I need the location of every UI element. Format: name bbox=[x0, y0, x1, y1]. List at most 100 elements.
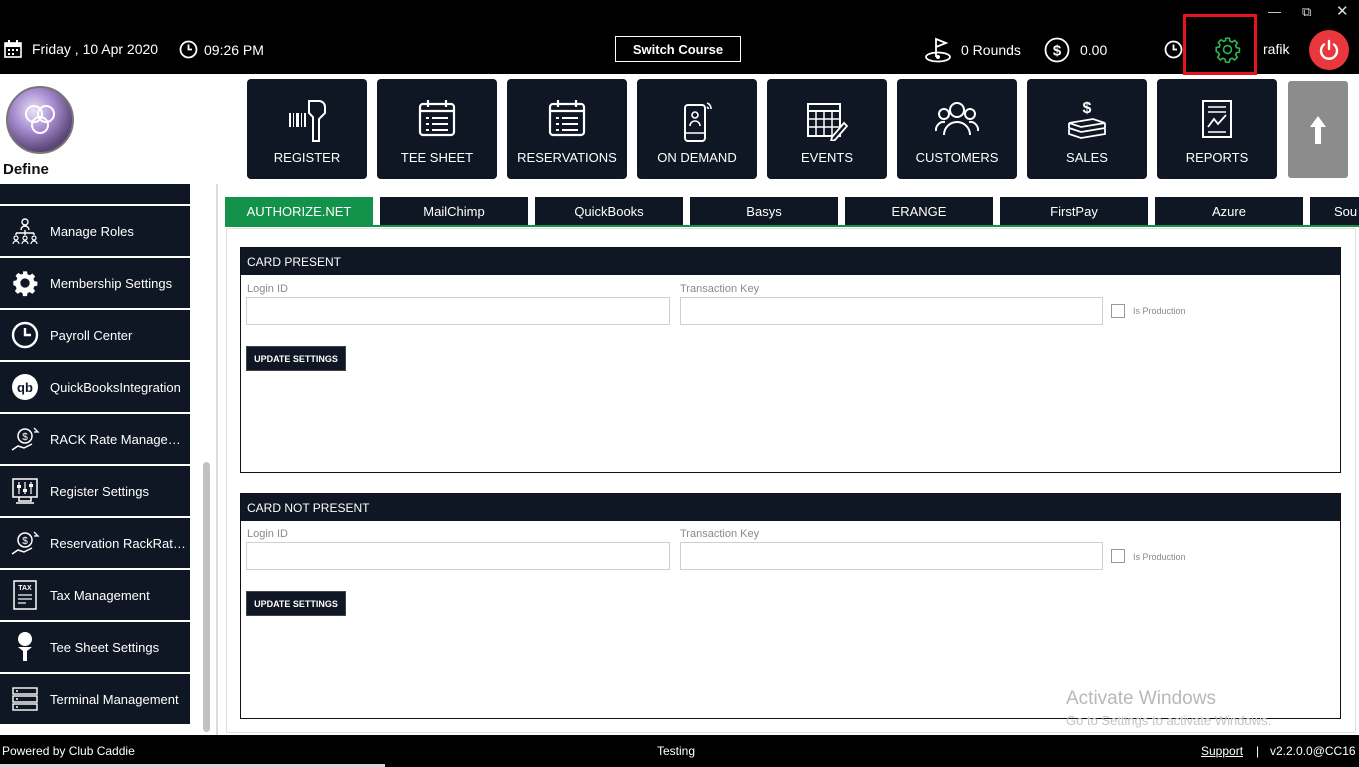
sidebar-item-tax-management[interactable]: TAX Tax Management bbox=[0, 570, 190, 620]
nav-events-label: EVENTS bbox=[800, 150, 853, 165]
switch-course-button[interactable]: Switch Course bbox=[615, 36, 741, 62]
tab-mailchimp[interactable]: MailChimp bbox=[380, 197, 528, 225]
tab-quickbooks[interactable]: QuickBooks bbox=[535, 197, 683, 225]
transaction-key-input[interactable] bbox=[680, 297, 1103, 325]
date-display: Friday , 10 Apr 2020 bbox=[4, 40, 158, 58]
sidebar-item-terminal-management[interactable]: Terminal Management bbox=[0, 674, 190, 724]
sidebar-item-label: Terminal Management bbox=[50, 691, 179, 707]
restore-icon[interactable]: ⧉ bbox=[1302, 4, 1311, 20]
transaction-key-label: Transaction Key bbox=[680, 283, 760, 295]
section-title: Define bbox=[3, 161, 49, 178]
time-text: 09:26 PM bbox=[204, 41, 264, 58]
sidebar-item-label: RACK Rate Manageme... bbox=[50, 431, 188, 447]
customers-group-icon bbox=[935, 102, 979, 136]
org-chart-icon bbox=[0, 218, 50, 244]
rounds-display[interactable]: 0 Rounds bbox=[924, 37, 1021, 63]
sidebar-item-quickbooks-integration[interactable]: qb QuickBooksIntegration bbox=[0, 362, 190, 412]
svg-text:$: $ bbox=[22, 536, 28, 547]
tab-basys[interactable]: Basys bbox=[690, 197, 838, 225]
golf-flag-icon bbox=[925, 37, 951, 63]
panel-title: CARD NOT PRESENT bbox=[241, 494, 1340, 521]
svg-text:$: $ bbox=[1053, 43, 1062, 60]
sidebar-item-rack-rate-management[interactable]: $ RACK Rate Manageme... bbox=[0, 414, 190, 464]
login-id-label: Login ID bbox=[247, 528, 288, 540]
is-production-checkbox[interactable] bbox=[1111, 304, 1125, 318]
update-settings-button[interactable]: UPDATE SETTINGS bbox=[246, 346, 346, 371]
user-name[interactable]: rafik bbox=[1263, 41, 1289, 57]
update-settings-button[interactable]: UPDATE SETTINGS bbox=[246, 591, 346, 616]
tab-authorize-net[interactable]: AUTHORIZE.NET bbox=[225, 197, 373, 225]
divider bbox=[216, 184, 218, 735]
sidebar: Manage Roles Membership Settings Payroll… bbox=[0, 184, 216, 735]
nav-register[interactable]: REGISTER bbox=[247, 79, 367, 179]
scroll-up-button[interactable] bbox=[1288, 81, 1348, 178]
nav-customers[interactable]: CUSTOMERS bbox=[897, 79, 1017, 179]
money-stack-icon: $ bbox=[1068, 100, 1106, 139]
dollar-hand-icon: $ bbox=[0, 424, 50, 454]
card-present-panel: CARD PRESENT bbox=[240, 247, 1341, 473]
power-button[interactable] bbox=[1309, 30, 1349, 70]
is-production-label: Is Production bbox=[1133, 306, 1186, 316]
sidebar-scroll-thumb[interactable] bbox=[203, 462, 210, 732]
nav-reports[interactable]: REPORTS bbox=[1157, 79, 1277, 179]
sidebar-item-reservation-rackrate[interactable]: $ Reservation RackRate... bbox=[0, 518, 190, 568]
sidebar-item-membership-settings[interactable]: Membership Settings bbox=[0, 258, 190, 308]
tab-firstpay[interactable]: FirstPay bbox=[1000, 197, 1148, 225]
logo-emblem-icon bbox=[25, 105, 55, 134]
nav-on-demand[interactable]: ON DEMAND bbox=[637, 79, 757, 179]
nav-register-label: REGISTER bbox=[273, 150, 341, 165]
sidebar-item-label: Manage Roles bbox=[50, 223, 134, 239]
tab-sou[interactable]: Sou bbox=[1310, 197, 1359, 225]
support-link[interactable]: Support bbox=[1201, 744, 1243, 758]
svg-text:qb: qb bbox=[17, 380, 33, 395]
report-document-icon bbox=[1202, 100, 1232, 138]
logo-area: Define bbox=[0, 74, 220, 184]
tab-azure[interactable]: Azure bbox=[1155, 197, 1303, 225]
svg-text:TAX: TAX bbox=[18, 585, 32, 592]
nav-sales-label: SALES bbox=[1066, 150, 1108, 165]
login-id-input[interactable] bbox=[246, 542, 670, 570]
minimize-icon[interactable]: — bbox=[1268, 4, 1281, 19]
nav-reservations-label: RESERVATIONS bbox=[517, 150, 617, 165]
sidebar-item-partial[interactable] bbox=[0, 184, 190, 204]
sidebar-item-payroll-center[interactable]: Payroll Center bbox=[0, 310, 190, 360]
nav-customers-label: CUSTOMERS bbox=[915, 150, 999, 165]
history-button[interactable] bbox=[1164, 40, 1183, 59]
footer: Powered by Club Caddie Testing Support |… bbox=[0, 735, 1359, 767]
close-icon[interactable]: ✕ bbox=[1336, 2, 1349, 20]
powered-by-text: Powered by Club Caddie bbox=[2, 744, 135, 758]
sidebar-item-register-settings[interactable]: Register Settings bbox=[0, 466, 190, 516]
dollar-hand-icon: $ bbox=[0, 528, 50, 558]
clock-icon bbox=[179, 40, 198, 59]
terminal-icon bbox=[0, 686, 50, 712]
tab-erange[interactable]: ERANGE bbox=[845, 197, 993, 225]
sidebar-item-tee-sheet-settings[interactable]: Tee Sheet Settings bbox=[0, 622, 190, 672]
tax-icon: TAX bbox=[0, 580, 50, 610]
golf-tee-icon bbox=[0, 631, 50, 663]
nav-tee-sheet[interactable]: TEE SHEET bbox=[377, 79, 497, 179]
register-settings-icon bbox=[0, 477, 50, 505]
quickbooks-icon: qb bbox=[0, 373, 50, 401]
sidebar-item-manage-roles[interactable]: Manage Roles bbox=[0, 206, 190, 256]
nav-reservations[interactable]: RESERVATIONS bbox=[507, 79, 627, 179]
sidebar-item-label: Register Settings bbox=[50, 483, 149, 499]
barcode-scanner-icon bbox=[289, 100, 326, 142]
clock-icon bbox=[1164, 40, 1183, 59]
nav-events[interactable]: EVENTS bbox=[767, 79, 887, 179]
transaction-key-input[interactable] bbox=[680, 542, 1103, 570]
org-chart-icon bbox=[0, 184, 50, 191]
nav-on-demand-label: ON DEMAND bbox=[657, 150, 737, 165]
date-text: Friday , 10 Apr 2020 bbox=[32, 41, 159, 57]
club-logo[interactable] bbox=[6, 86, 74, 154]
calendar-icon bbox=[4, 40, 22, 58]
reservations-icon bbox=[548, 100, 586, 137]
tee-sheet-icon bbox=[418, 100, 456, 137]
login-id-input[interactable] bbox=[246, 297, 670, 325]
sidebar-scrollbar[interactable] bbox=[200, 184, 214, 735]
amount-display[interactable]: $ 0.00 bbox=[1044, 37, 1107, 63]
login-id-label: Login ID bbox=[247, 283, 288, 295]
panel-title: CARD PRESENT bbox=[241, 248, 1340, 275]
settings-highlight-box bbox=[1183, 14, 1257, 75]
nav-sales[interactable]: $ SALES bbox=[1027, 79, 1147, 179]
is-production-checkbox[interactable] bbox=[1111, 549, 1125, 563]
